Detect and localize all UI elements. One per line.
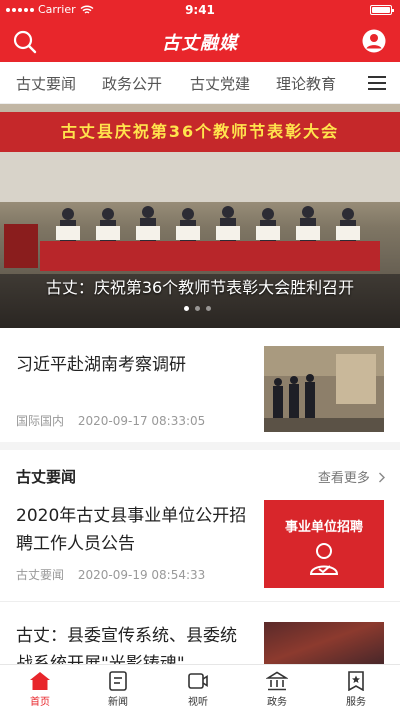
- banner-stage-text: 古丈县庆祝第36个教师节表彰大会: [0, 112, 400, 152]
- tab-gz-news[interactable]: 古丈要闻: [16, 73, 76, 94]
- news-thumbnail: 事业单位招聘: [264, 500, 384, 588]
- news-title: 2020年古丈县事业单位公开招聘工作人员公告: [16, 506, 247, 554]
- banner-backwall: [0, 152, 400, 202]
- status-time: 9:41: [185, 3, 215, 17]
- news-source: 国际国内: [16, 414, 65, 428]
- menu-icon[interactable]: [368, 76, 386, 90]
- video-icon: [188, 673, 208, 689]
- view-more-link[interactable]: 查看更多: [318, 467, 386, 486]
- section-title: 古丈要闻: [16, 468, 77, 486]
- tabbar-service[interactable]: 服务: [326, 671, 386, 708]
- tab-party-building[interactable]: 古丈党建: [190, 73, 250, 94]
- news-item[interactable]: 古丈：县委宣传系统、县委统战系统开展"光影铸魂": [0, 612, 400, 672]
- banner-carousel[interactable]: 古丈县庆祝第36个教师节表彰大会 古丈：庆祝第36个教师节表彰大会胜利召开: [0, 104, 400, 328]
- recruitment-icon: [309, 543, 339, 575]
- news-source: 古丈要闻: [16, 568, 65, 582]
- view-more-label: 查看更多: [317, 471, 370, 486]
- service-icon: [348, 671, 364, 691]
- banner-table: [40, 241, 380, 271]
- tabbar-label: 政务: [267, 697, 287, 708]
- featured-news-item[interactable]: 习近平赴湖南考察调研 国际国内 2020-09-17 08:33:05: [0, 328, 400, 450]
- tabbar-label: 视听: [188, 697, 208, 708]
- tabbar-video[interactable]: 视听: [168, 671, 228, 708]
- tabbar-label: 新闻: [108, 697, 128, 708]
- government-icon: [266, 671, 288, 691]
- tabbar-home[interactable]: 首页: [10, 671, 70, 708]
- tab-gov-affairs[interactable]: 政务公开: [102, 73, 162, 94]
- tabbar-label: 服务: [346, 697, 366, 708]
- news-title: 习近平赴湖南考察调研: [16, 355, 186, 375]
- battery-icon: [370, 5, 394, 15]
- news-meta: 国际国内 2020-09-17 08:33:05: [16, 412, 215, 429]
- news-time: 2020-09-19 08:54:33: [77, 568, 206, 582]
- app-header: 古丈融媒: [0, 20, 400, 62]
- section-header: 古丈要闻 查看更多: [0, 458, 400, 492]
- tabbar-news[interactable]: 新闻: [88, 671, 148, 708]
- news-thumbnail: [264, 346, 384, 432]
- tabbar-label: 首页: [30, 697, 50, 708]
- tabbar-government[interactable]: 政务: [247, 671, 307, 708]
- banner-caption: 古丈：庆祝第36个教师节表彰大会胜利召开: [45, 278, 355, 297]
- home-icon: [30, 672, 50, 690]
- tab-theory-education[interactable]: 理论教育: [276, 73, 336, 94]
- news-meta: 古丈要闻 2020-09-19 08:54:33: [16, 566, 215, 583]
- chevron-right-icon: [379, 472, 385, 483]
- carousel-indicator: [184, 306, 211, 311]
- banner-podium: [4, 224, 38, 268]
- app-logo: 古丈融媒: [162, 33, 238, 54]
- news-time: 2020-09-17 08:33:05: [77, 414, 206, 428]
- news-icon: [109, 671, 127, 691]
- category-tabs: 古丈要闻 政务公开 古丈党建 理论教育: [0, 62, 400, 104]
- bottom-tab-bar: 首页 新闻 视听 政务 服务: [0, 664, 400, 710]
- user-icon[interactable]: [362, 29, 386, 53]
- thumbnail-label: 事业单位招聘: [284, 520, 363, 535]
- status-bar: Carrier 9:41: [0, 0, 400, 20]
- news-item[interactable]: 2020年古丈县事业单位公开招聘工作人员公告 古丈要闻 2020-09-19 0…: [0, 492, 400, 602]
